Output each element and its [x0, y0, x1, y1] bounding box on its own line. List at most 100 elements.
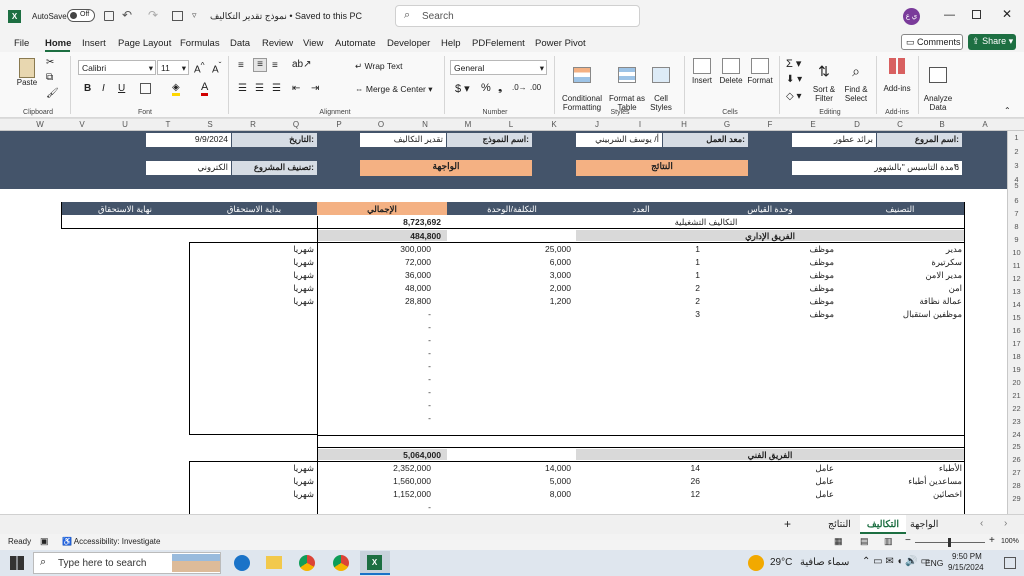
zoom-out-icon[interactable]: − [905, 535, 911, 546]
cell-total[interactable]: 72,000 [330, 256, 431, 268]
cell-count[interactable] [640, 386, 700, 398]
row-header[interactable]: 3 [1008, 161, 1024, 170]
cell-total[interactable]: - [330, 308, 431, 320]
save-icon[interactable] [104, 11, 114, 21]
font-color-icon[interactable]: A [201, 81, 209, 96]
cell-count[interactable]: 12 [640, 488, 700, 500]
cell-unit[interactable]: موظف [760, 295, 834, 307]
minimize-icon[interactable]: — [944, 9, 955, 21]
currency-icon[interactable]: $ ▾ [455, 82, 470, 95]
cell-count[interactable]: 1 [640, 243, 700, 255]
align-right-icon[interactable]: ☰ [272, 83, 281, 94]
maximize-icon[interactable] [972, 10, 981, 19]
edge-icon[interactable] [234, 555, 250, 571]
align-middle-icon[interactable]: ≡ [253, 58, 267, 72]
row-header[interactable]: 2 [1008, 147, 1024, 156]
row-header[interactable]: 27 [1008, 468, 1024, 477]
cell-cost[interactable]: 6,000 [500, 256, 571, 268]
cell-count[interactable] [640, 412, 700, 424]
column-header[interactable]: V [72, 120, 92, 129]
undo-icon[interactable]: ↶ [122, 8, 132, 22]
column-header[interactable]: R [243, 120, 263, 129]
tab-pdfelement[interactable]: PDFelement [472, 38, 525, 49]
underline-button[interactable]: U [118, 83, 125, 94]
decrease-font-icon[interactable]: Aˇ [212, 60, 221, 75]
cell-unit[interactable]: موظف [760, 282, 834, 294]
column-header[interactable]: K [544, 120, 564, 129]
cell-total[interactable]: - [330, 501, 431, 513]
cell-total[interactable]: 2,352,000 [330, 462, 431, 474]
column-header[interactable]: T [158, 120, 178, 129]
cell-name[interactable]: امن [840, 282, 962, 294]
worker-value[interactable]: أ/ يوسف الشربيني [576, 133, 662, 147]
cell-unit[interactable] [760, 501, 834, 513]
cell-unit[interactable]: عامل [760, 488, 834, 500]
analyze-data-button[interactable]: Analyze Data [920, 58, 956, 112]
column-header[interactable]: E [803, 120, 823, 129]
zoom-level[interactable]: 100% [1001, 538, 1019, 545]
cell-name[interactable]: اخصائين [840, 488, 962, 500]
zoom-in-icon[interactable]: + [989, 535, 995, 546]
cell-count[interactable]: 1 [640, 256, 700, 268]
excel-taskbar-button[interactable]: X [360, 551, 390, 575]
cell-total[interactable]: 1,152,000 [330, 488, 431, 500]
column-header[interactable]: I [630, 120, 650, 129]
cell-count[interactable]: 2 [640, 282, 700, 294]
align-left-icon[interactable]: ☰ [238, 83, 247, 94]
tab-formulas[interactable]: Formulas [180, 38, 220, 49]
font-size-select[interactable]: 11 ▾ [157, 60, 189, 75]
cell-total[interactable]: 300,000 [330, 243, 431, 255]
column-header[interactable]: W [30, 120, 50, 129]
cell-count[interactable] [640, 373, 700, 385]
chrome-profile-icon[interactable] [333, 555, 349, 571]
cell-unit[interactable] [760, 360, 834, 372]
clock-time[interactable]: 9:50 PM [952, 552, 982, 561]
column-header[interactable]: D [847, 120, 867, 129]
cell-count[interactable] [640, 399, 700, 411]
duration-field[interactable]: 6 مدة التاسيس "بالشهور": [792, 161, 962, 175]
column-header[interactable]: C [890, 120, 910, 129]
align-center-icon[interactable]: ☰ [255, 83, 264, 94]
cell-cost[interactable] [500, 412, 571, 424]
cell-unit[interactable]: موظف [760, 256, 834, 268]
number-format-select[interactable]: General ▾ [450, 60, 547, 75]
page-layout-view-icon[interactable]: ▤ [860, 536, 869, 547]
cell-name[interactable]: الأطباء [840, 462, 962, 474]
tab-review[interactable]: Review [262, 38, 293, 49]
customize-qat-icon[interactable]: ▿ [192, 10, 197, 21]
date-value[interactable]: 9/9/2024 [146, 133, 231, 147]
cell-styles-button[interactable]: Cell Styles [646, 58, 676, 112]
cell-cost[interactable]: 1,200 [500, 295, 571, 307]
tab-scroll-left-icon[interactable]: ‹ [980, 518, 983, 529]
cell-total[interactable]: - [330, 412, 431, 424]
fill-color-icon[interactable]: ◈ [172, 82, 180, 96]
cell-cost[interactable] [500, 321, 571, 333]
cell-cost[interactable]: 25,000 [500, 243, 571, 255]
cell-unit[interactable] [760, 412, 834, 424]
tray-icons[interactable]: ⌃ ▭ ✉ ◖ 🔊 ▭ [862, 556, 930, 567]
row-header[interactable]: 7 [1008, 209, 1024, 218]
page-break-view-icon[interactable]: ▥ [884, 536, 893, 547]
column-header[interactable]: U [115, 120, 135, 129]
cell-count[interactable] [640, 347, 700, 359]
cell-cost[interactable]: 14,000 [500, 462, 571, 474]
column-header[interactable]: S [200, 120, 220, 129]
tab-developer[interactable]: Developer [387, 38, 430, 49]
cell-total[interactable]: 1,560,000 [330, 475, 431, 487]
cell-unit[interactable]: عامل [760, 462, 834, 474]
row-header[interactable]: 28 [1008, 481, 1024, 490]
normal-view-icon[interactable]: ▦ [834, 536, 843, 547]
increase-decimal-icon[interactable]: .0→ [512, 83, 527, 92]
column-header[interactable]: Q [286, 120, 306, 129]
notifications-icon[interactable] [1004, 557, 1016, 569]
cell-name[interactable]: مدير [840, 243, 962, 255]
document-title[interactable]: نموذج تقدير التكاليف • Saved to this PC [210, 11, 362, 22]
decrease-decimal-icon[interactable]: .00 [530, 83, 541, 92]
cell-name[interactable] [840, 360, 962, 372]
column-header[interactable]: J [587, 120, 607, 129]
row-header[interactable]: 26 [1008, 455, 1024, 464]
sort-filter-button[interactable]: ⇅ Sort & Filter [809, 58, 839, 103]
cell-count[interactable]: 1 [640, 269, 700, 281]
cell-name[interactable]: موظفين استقبال [840, 308, 962, 320]
windows-start-icon[interactable] [10, 556, 24, 570]
